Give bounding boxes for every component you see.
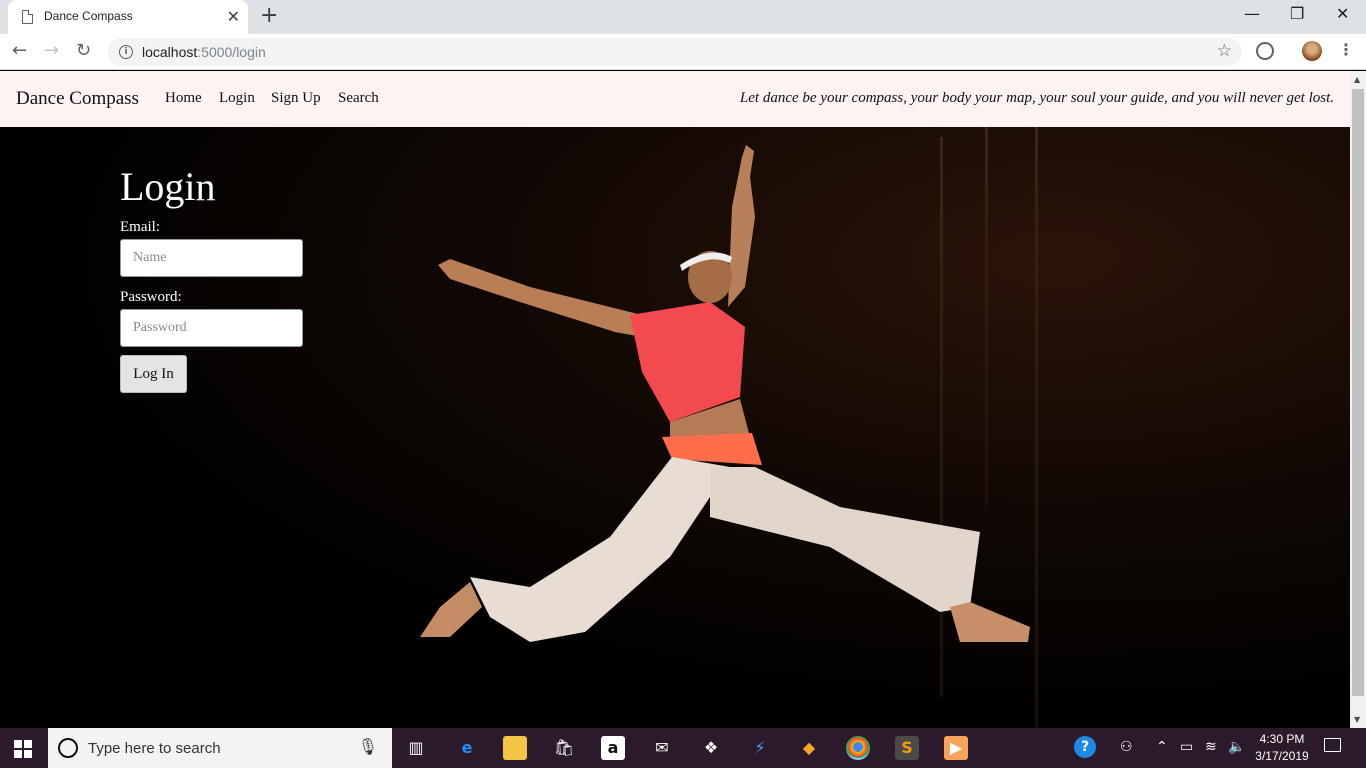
mail-icon[interactable]: ✉ xyxy=(650,736,674,760)
new-tab-button[interactable]: + xyxy=(260,3,278,28)
volume-muted-icon[interactable]: 🔈 xyxy=(1228,739,1245,755)
nav-link-search[interactable]: Search xyxy=(338,90,379,107)
bookmark-star-icon[interactable]: ☆ xyxy=(1217,41,1232,61)
nav-link-home[interactable]: Home xyxy=(165,90,202,107)
extension-icon[interactable] xyxy=(1256,42,1274,60)
nav-link-sign-up[interactable]: Sign Up xyxy=(271,90,321,107)
site-brand[interactable]: Dance Compass xyxy=(16,88,139,110)
help-icon[interactable]: ? xyxy=(1074,736,1096,758)
email-field[interactable] xyxy=(120,239,303,277)
browser-tab[interactable]: Dance Compass ✕ xyxy=(8,0,248,34)
nav-link-login[interactable]: Login xyxy=(219,90,255,107)
reload-icon[interactable]: ↻ xyxy=(76,40,91,61)
page-icon xyxy=(22,10,33,24)
sublime-text-icon[interactable]: S xyxy=(895,736,919,760)
address-bar[interactable]: i localhost:5000/login ☆ xyxy=(108,38,1242,66)
password-field[interactable] xyxy=(120,309,303,347)
task-view-icon[interactable]: ▥ xyxy=(404,736,428,760)
chevron-up-icon[interactable]: ⌃ xyxy=(1156,739,1168,755)
page-scrollbar[interactable]: ▲ ▼ xyxy=(1350,71,1366,728)
taskbar-search-placeholder: Type here to search xyxy=(88,740,221,757)
taskbar-clock[interactable]: 4:30 PM 3/17/2019 xyxy=(1250,731,1314,765)
minimize-icon[interactable]: — xyxy=(1244,4,1260,23)
people-icon[interactable]: ⚇ xyxy=(1120,739,1133,755)
windows-taskbar: Type here to search 🎙 ▥ e 🛍 a ✉ ❖ ⚡ ◆ S … xyxy=(0,728,1366,768)
info-icon[interactable]: i xyxy=(119,45,133,59)
window-close-icon[interactable]: ✕ xyxy=(1336,4,1349,23)
menu-dots-icon[interactable]: ⋮ xyxy=(1338,40,1354,59)
profile-avatar[interactable] xyxy=(1302,41,1322,61)
hero-background: Login Email: Password: Log In xyxy=(0,127,1350,728)
site-tagline: Let dance be your compass, your body you… xyxy=(739,90,1334,106)
store-icon[interactable]: 🛍 xyxy=(552,736,576,760)
browser-tab-strip: Dance Compass ✕ + — ❐ ✕ xyxy=(0,0,1366,34)
clock-time: 4:30 PM xyxy=(1259,732,1305,746)
file-explorer-icon[interactable] xyxy=(503,736,527,760)
clock-date: 3/17/2019 xyxy=(1255,749,1309,763)
forward-icon[interactable]: → xyxy=(44,40,59,61)
microphone-icon[interactable]: 🎙 xyxy=(358,737,378,756)
sourcetree-icon[interactable]: ◆ xyxy=(797,736,821,760)
windows-start-icon[interactable] xyxy=(14,740,32,758)
page-viewport: Dance Compass Home Login Sign Up Search … xyxy=(0,71,1350,728)
media-player-icon[interactable]: ▶ xyxy=(944,736,968,760)
password-label: Password: xyxy=(120,289,182,305)
battery-icon[interactable]: ▭ xyxy=(1180,739,1193,755)
dancer-image xyxy=(420,145,1030,642)
dropbox-icon[interactable]: ❖ xyxy=(699,736,723,760)
site-navbar: Dance Compass Home Login Sign Up Search … xyxy=(0,71,1350,127)
wifi-icon[interactable]: ≋ xyxy=(1205,739,1217,755)
scroll-thumb[interactable] xyxy=(1352,89,1364,696)
browser-toolbar: ← → ↻ i localhost:5000/login ☆ ⋮ xyxy=(0,34,1366,70)
scroll-down-icon[interactable]: ▼ xyxy=(1354,715,1360,724)
chrome-icon[interactable] xyxy=(846,736,870,760)
tab-title: Dance Compass xyxy=(44,9,133,23)
visual-studio-icon[interactable]: ⚡ xyxy=(748,736,772,760)
taskbar-search-box[interactable]: Type here to search 🎙 xyxy=(48,728,392,768)
amazon-icon[interactable]: a xyxy=(601,736,625,760)
scroll-up-icon[interactable]: ▲ xyxy=(1354,75,1360,84)
url-text[interactable]: localhost:5000/login xyxy=(142,44,266,60)
email-label: Email: xyxy=(120,219,160,235)
login-button[interactable]: Log In xyxy=(120,355,187,393)
login-heading: Login xyxy=(120,164,216,209)
edge-icon[interactable]: e xyxy=(455,736,479,760)
close-icon[interactable]: ✕ xyxy=(227,7,240,26)
notification-icon[interactable] xyxy=(1324,738,1341,752)
cortana-icon xyxy=(58,738,78,758)
back-icon[interactable]: ← xyxy=(12,40,27,61)
restore-icon[interactable]: ❐ xyxy=(1290,4,1304,23)
